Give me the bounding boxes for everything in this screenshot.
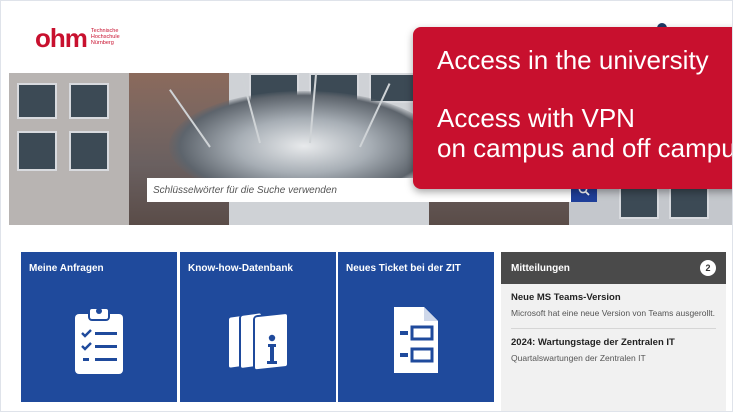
tile-title: Meine Anfragen bbox=[29, 263, 104, 274]
building-window bbox=[17, 131, 57, 171]
overlay-line-2: Access with VPN bbox=[437, 103, 635, 133]
messages-count-badge: 2 bbox=[700, 260, 716, 276]
message-title: Neue MS Teams-Version bbox=[511, 292, 621, 303]
messages-panel: Mitteilungen 2 Neue MS Teams-Version Mic… bbox=[501, 252, 726, 411]
messages-title: Mitteilungen bbox=[511, 262, 570, 274]
message-title: 2024: Wartungstage der Zentralen IT bbox=[511, 337, 675, 348]
message-body: Microsoft hat eine neue Version von Team… bbox=[511, 308, 715, 318]
logo-sub-line3: Nürnberg bbox=[90, 40, 114, 47]
building-window bbox=[69, 131, 109, 171]
messages-header: Mitteilungen 2 bbox=[501, 252, 726, 284]
overlay-line-1: Access in the university bbox=[437, 45, 709, 75]
clipboard-checklist-icon bbox=[21, 292, 177, 388]
tile-meine-anfragen[interactable]: Meine Anfragen bbox=[21, 252, 177, 402]
tile-title: Neues Ticket bei der ZIT bbox=[346, 263, 461, 274]
building-window bbox=[369, 73, 419, 103]
logo-sub-line1: Technische bbox=[90, 28, 119, 34]
access-info-overlay: Access in the university Access with VPN… bbox=[413, 27, 733, 189]
tile-neues-ticket[interactable]: Neues Ticket bei der ZIT bbox=[338, 252, 494, 402]
tile-title: Know-how-Datenbank bbox=[188, 263, 293, 274]
logo-subtitle: Technische Hochschule Nürnberg bbox=[91, 28, 120, 47]
message-body: Quartalswartungen der Zentralen IT bbox=[511, 353, 646, 363]
message-item[interactable]: 2024: Wartungstage der Zentralen IT Quar… bbox=[501, 329, 726, 364]
logo-sub-line2: Hochschule bbox=[90, 34, 120, 41]
page-frame: ohm Technische Hochschule Nürnberg Schlü… bbox=[0, 0, 733, 412]
building-window bbox=[69, 83, 109, 119]
knowledge-books-icon bbox=[180, 292, 336, 388]
overlay-line-3: on campus and off campus bbox=[437, 133, 733, 163]
message-item[interactable]: Neue MS Teams-Version Microsoft hat eine… bbox=[501, 284, 726, 319]
building-window bbox=[17, 83, 57, 119]
logo-wordmark: ohm bbox=[35, 23, 88, 53]
tile-know-how-datenbank[interactable]: Know-how-Datenbank bbox=[180, 252, 336, 402]
new-ticket-form-icon bbox=[338, 292, 494, 388]
ohm-logo[interactable]: ohm Technische Hochschule Nürnberg bbox=[35, 25, 120, 51]
